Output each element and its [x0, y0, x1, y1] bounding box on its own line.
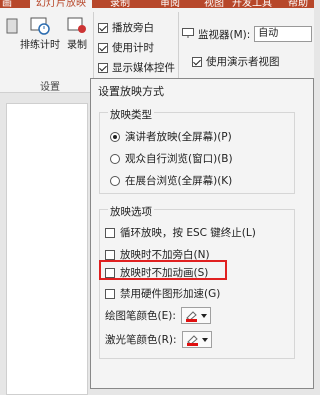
use-timings-checkbox[interactable]: 使用计时: [98, 40, 154, 55]
laser-color-swatch: [186, 342, 198, 346]
slide-panel: [0, 93, 92, 395]
tab-view[interactable]: 视图: [204, 0, 224, 8]
highlight-box: [99, 260, 227, 280]
checkbox-icon: [105, 249, 115, 260]
show-type-legend: 放映类型: [108, 107, 154, 122]
radio-window[interactable]: 观众自行浏览(窗口)(B): [110, 151, 233, 166]
tab-review[interactable]: 审阅: [160, 0, 180, 8]
setup-show-dialog: 设置放映方式 放映类型 演讲者放映(全屏幕)(P) 观众自行浏览(窗口)(B) …: [90, 78, 314, 389]
presenter-view-checkbox[interactable]: 使用演示者视图: [192, 54, 280, 69]
disable-hw-acceleration-label: 禁用硬件图形加速(G): [120, 288, 221, 300]
show-type-group: 放映类型 演讲者放映(全屏幕)(P) 观众自行浏览(窗口)(B) 在展台浏览(全…: [99, 107, 295, 194]
radio-icon: [110, 175, 120, 186]
radio-kiosk[interactable]: 在展台浏览(全屏幕)(K): [110, 173, 232, 188]
presenter-view-label: 使用演示者视图: [206, 56, 280, 68]
rehearse-timings-icon: [29, 14, 51, 36]
record-button[interactable]: 录制: [66, 14, 88, 51]
tab-slideshow[interactable]: 幻灯片放映: [30, 0, 92, 8]
show-media-controls-checkbox[interactable]: 显示媒体控件: [98, 60, 175, 75]
checkbox-icon: [105, 227, 115, 238]
tab-developer[interactable]: 开发工具: [232, 0, 272, 8]
checkbox-icon: [192, 56, 202, 67]
checkbox-icon: [98, 22, 108, 33]
ribbon-separator: [93, 12, 94, 88]
pen-color-button[interactable]: [180, 307, 211, 324]
radio-presenter-label: 演讲者放映(全屏幕)(P): [125, 131, 232, 143]
laser-color-button[interactable]: [181, 331, 212, 348]
record-icon: [66, 14, 88, 36]
checkbox-icon: [98, 62, 108, 73]
rehearse-timings-button[interactable]: 排练计时: [20, 14, 60, 51]
laser-pen-icon: [186, 334, 199, 346]
use-timings-label: 使用计时: [112, 42, 154, 54]
radio-kiosk-label: 在展台浏览(全屏幕)(K): [125, 175, 233, 187]
pen-color-label: 绘图笔颜色(E):: [105, 310, 176, 322]
play-narration-checkbox[interactable]: 播放旁白: [98, 20, 154, 35]
monitor-row: 监视器(M): 自动: [182, 26, 313, 42]
pen-color-swatch: [185, 318, 197, 322]
loop-checkbox[interactable]: 循环放映，按 ESC 键终止(L): [105, 225, 256, 240]
slide-canvas[interactable]: [6, 103, 88, 395]
dropdown-arrow-icon: [201, 337, 208, 342]
pen-color-row: 绘图笔颜色(E):: [105, 307, 211, 324]
loop-label: 循环放映，按 ESC 键终止(L): [120, 227, 256, 239]
ribbon-separator: [178, 12, 179, 88]
show-media-controls-label: 显示媒体控件: [112, 62, 175, 74]
dropdown-arrow-icon: [200, 313, 207, 318]
dialog-title: 设置放映方式: [98, 85, 164, 98]
monitor-select[interactable]: 自动: [254, 26, 313, 42]
tab-record[interactable]: 录制: [110, 0, 130, 8]
play-narration-label: 播放旁白: [112, 22, 154, 34]
pen-icon: [185, 310, 198, 322]
checkbox-icon: [98, 42, 108, 53]
disable-hw-acceleration-checkbox[interactable]: 禁用硬件图形加速(G): [105, 286, 220, 301]
radio-window-label: 观众自行浏览(窗口)(B): [125, 153, 233, 165]
tab-draw[interactable]: 画: [2, 0, 12, 8]
ribbon-tab-bar: 画 幻灯片放映 录制 审阅 视图 开发工具 帮助: [0, 0, 314, 8]
laser-color-label: 激光笔颜色(R):: [105, 334, 177, 346]
radio-presenter[interactable]: 演讲者放映(全屏幕)(P): [110, 129, 232, 144]
record-label: 录制: [67, 40, 87, 51]
tab-help[interactable]: 帮助: [288, 0, 308, 8]
group-setup-label: 设置: [40, 82, 60, 93]
checkbox-icon: [105, 288, 115, 299]
show-options-legend: 放映选项: [108, 204, 154, 219]
radio-icon: [110, 153, 120, 164]
laser-color-row: 激光笔颜色(R):: [105, 331, 212, 348]
rehearse-timings-label: 排练计时: [20, 40, 60, 51]
radio-icon: [110, 131, 120, 142]
monitor-label: 监视器(M):: [198, 28, 251, 41]
monitor-icon: [182, 27, 194, 41]
